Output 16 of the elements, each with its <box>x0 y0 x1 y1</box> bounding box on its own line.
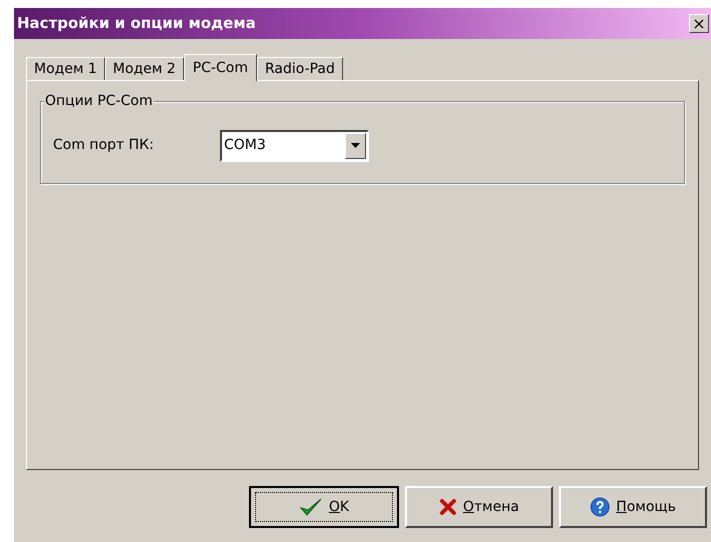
field-label: Com порт ПК: <box>53 136 155 155</box>
group-title: Опции PC-Com <box>44 92 154 110</box>
window-title: Настройки и опции модема <box>16 13 256 34</box>
combo-value: COM3 <box>223 136 266 155</box>
checkmark-icon <box>298 497 323 517</box>
tab[interactable]: Radio-Pad <box>256 57 343 80</box>
com-port-combo[interactable]: COM3 <box>220 130 369 162</box>
cancel-button[interactable]: Отмена <box>405 486 553 528</box>
tab[interactable]: Модем 1 <box>26 57 105 80</box>
tab[interactable]: PC-Com <box>184 54 257 81</box>
help-button[interactable]: Помощь <box>559 486 707 528</box>
tab[interactable]: Модем 2 <box>104 57 184 80</box>
ok-button[interactable]: OK <box>249 486 399 528</box>
cross-icon <box>438 498 457 516</box>
close-button[interactable]: × <box>689 14 709 33</box>
help-icon <box>590 497 610 517</box>
